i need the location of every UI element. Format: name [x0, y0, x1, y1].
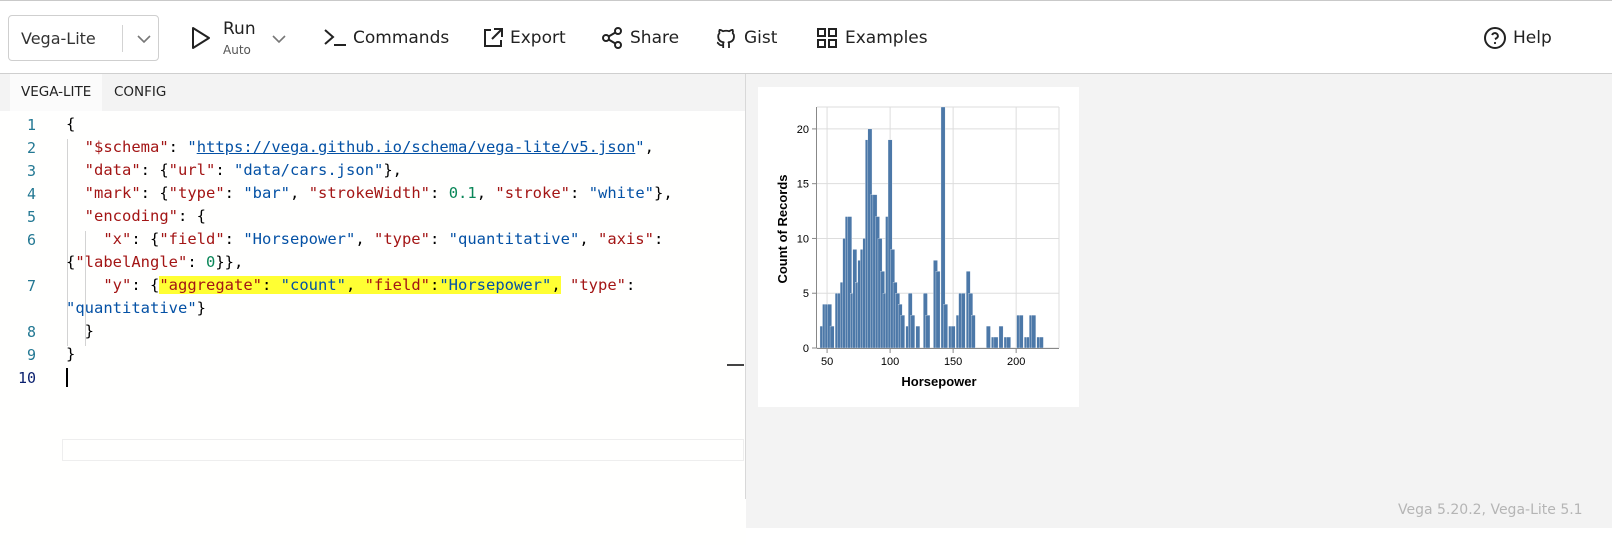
- histogram-bar: [900, 314, 905, 349]
- run-mode-label: Auto: [223, 43, 251, 57]
- histogram-bar: [950, 325, 956, 349]
- line-number: 2: [26, 139, 36, 157]
- help-label: Help: [1513, 28, 1552, 48]
- version-info: Vega 5.20.2, Vega-Lite 5.1: [1398, 502, 1583, 518]
- code-line: "data": {"url": "data/cars.json"},: [84, 161, 402, 179]
- share-button[interactable]: Share: [600, 1, 680, 75]
- histogram-bar: [925, 314, 931, 349]
- mode-select[interactable]: Vega-Lite: [8, 15, 159, 61]
- histogram-chart: 50 100 150 200 0 5 10 15 20 Horsepower Count of …: [775, 106, 1060, 389]
- export-label: Export: [510, 28, 566, 48]
- run-mode-chevron-down-icon[interactable]: [270, 30, 288, 52]
- line-number: 7: [26, 277, 36, 295]
- y-tick-label: 0: [803, 343, 809, 355]
- histogram-bar: [1006, 336, 1011, 349]
- x-tick-label: 100: [881, 356, 899, 368]
- toolbar: Vega-Lite Run Auto Commands Export Share: [0, 0, 1612, 74]
- editor-tabs: VEGA-LITE CONFIG: [0, 74, 746, 111]
- code-line: "y": {"aggregate": "count", "field":"Hor…: [103, 276, 636, 294]
- mode-select-value: Vega-Lite: [21, 29, 96, 48]
- histogram-bar: [960, 293, 966, 349]
- text-cursor: [66, 368, 68, 387]
- chart-card: 50 100 150 200 0 5 10 15 20 Horsepower Count of …: [758, 87, 1079, 407]
- histogram-bar: [1018, 314, 1024, 349]
- y-tick-label: 5: [803, 288, 809, 300]
- histogram-bar: [1039, 336, 1044, 349]
- help-button[interactable]: Help: [1483, 1, 1553, 75]
- histogram-bar: [986, 325, 991, 349]
- code-line: "$schema": "https://vega.github.io/schem…: [84, 138, 654, 156]
- highlighted-text: "aggregate": "count", "field":"Horsepowe…: [159, 276, 561, 294]
- export-button[interactable]: Export: [481, 1, 566, 75]
- editor-pane: VEGA-LITE CONFIG 1 2 3 4 5 6 7 8 9 10 { …: [0, 74, 746, 545]
- run-label: Run: [223, 19, 256, 39]
- histogram-bar: [915, 325, 921, 349]
- code-line: {: [66, 115, 76, 133]
- y-axis-title: Count of Records: [775, 174, 790, 283]
- tab-vega-lite[interactable]: VEGA-LITE: [10, 74, 103, 111]
- code-editor[interactable]: 1 2 3 4 5 6 7 8 9 10 { "$schema": "https…: [0, 111, 746, 545]
- code-line: "x": {"field": "Horsepower", "type": "qu…: [103, 230, 664, 248]
- x-tick-label: 50: [821, 356, 833, 368]
- histogram-bar: [1031, 314, 1037, 349]
- share-icon: [600, 26, 624, 54]
- y-tick-label: 10: [797, 233, 809, 245]
- histogram-bar: [943, 304, 948, 349]
- histogram-bar: [935, 271, 941, 349]
- tab-config[interactable]: CONFIG: [103, 74, 177, 111]
- line-number: 9: [26, 346, 36, 364]
- code-line: "mark": {"type": "bar", "strokeWidth": 0…: [84, 184, 673, 202]
- external-link-icon: [481, 26, 505, 54]
- preview-footer-strip: [746, 528, 1612, 545]
- y-tick-label: 20: [797, 124, 809, 136]
- histogram-bar: [971, 314, 976, 349]
- x-tick-label: 150: [944, 356, 962, 368]
- line-number: 3: [26, 162, 36, 180]
- gist-button[interactable]: Gist: [714, 1, 778, 75]
- commands-label: Commands: [353, 28, 450, 48]
- x-tick-label: 200: [1007, 356, 1025, 368]
- grid-icon: [815, 26, 839, 54]
- current-line-highlight: [62, 439, 744, 461]
- y-tick-label: 15: [797, 179, 809, 191]
- line-number: 6: [26, 231, 36, 249]
- chevron-down-icon: [135, 30, 153, 52]
- histogram-bar: [829, 325, 835, 349]
- terminal-icon: [322, 26, 348, 52]
- editor-scroll-indicator[interactable]: [727, 364, 744, 366]
- share-label: Share: [630, 28, 680, 48]
- code-line: }: [66, 322, 94, 340]
- commands-button[interactable]: Commands: [322, 1, 450, 75]
- line-number: 4: [26, 185, 36, 203]
- run-button[interactable]: Run Auto: [190, 1, 265, 75]
- code-line: "encoding": {: [84, 207, 206, 225]
- gist-label: Gist: [744, 28, 778, 48]
- line-number: 5: [26, 208, 36, 226]
- play-icon: [190, 26, 212, 54]
- histogram-bar: [993, 336, 999, 349]
- examples-button[interactable]: Examples: [815, 1, 928, 75]
- line-number: 8: [26, 323, 36, 341]
- mode-select-separator: [122, 25, 123, 52]
- help-circle-icon: [1483, 26, 1507, 54]
- preview-pane: 50 100 150 200 0 5 10 15 20 Horsepower Count of …: [746, 74, 1612, 545]
- examples-label: Examples: [845, 28, 928, 48]
- code-line: "quantitative"}: [66, 299, 206, 317]
- github-icon: [714, 26, 738, 54]
- line-number: 1: [26, 116, 36, 134]
- code-line: {"labelAngle": 0}},: [66, 253, 244, 271]
- histogram-bar: [998, 325, 1004, 349]
- x-axis-title: Horsepower: [901, 374, 976, 389]
- line-number-current: 10: [17, 369, 36, 387]
- code-line: }: [66, 345, 76, 363]
- histogram-bar: [910, 314, 916, 349]
